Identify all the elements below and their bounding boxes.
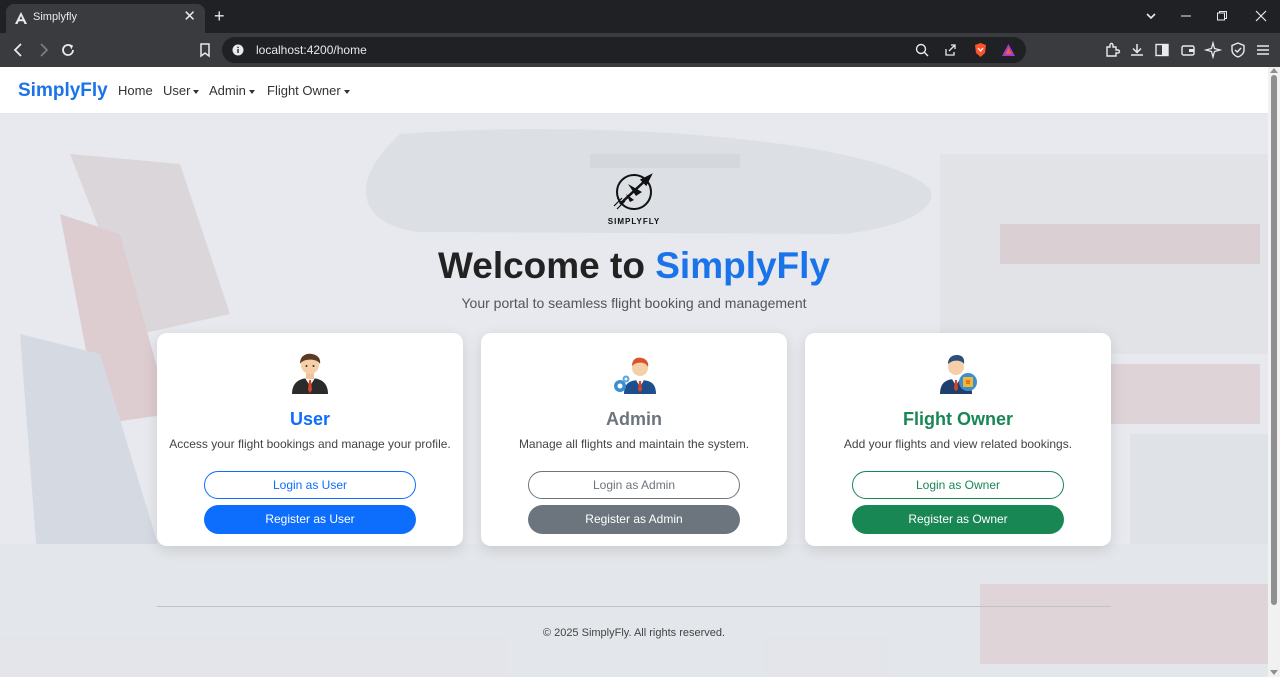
scroll-up-arrow-icon[interactable] [1270, 68, 1278, 73]
scrollbar-thumb[interactable] [1271, 75, 1277, 605]
caret-down-icon [248, 89, 255, 94]
register-as-admin-button[interactable]: Register as Admin [528, 505, 740, 534]
page-viewport: SimplyFly Home User Admin Flight Owner S… [0, 67, 1268, 677]
admin-card-description: Manage all flights and maintain the syst… [518, 437, 750, 451]
browser-tabstrip: Simplyfly ✕ + [0, 0, 1280, 33]
caret-down-icon [193, 89, 200, 94]
address-bar[interactable]: localhost:4200/home [222, 37, 1026, 63]
login-as-owner-button[interactable]: Login as Owner [852, 471, 1064, 499]
user-card-title: User [289, 409, 331, 429]
page-subtitle: Your portal to seamless flight booking a… [461, 295, 807, 311]
tab-close-icon[interactable]: ✕ [183, 9, 196, 25]
extensions-icon[interactable] [1103, 41, 1121, 59]
bookmark-icon[interactable] [196, 41, 214, 59]
back-icon[interactable] [10, 41, 28, 59]
admin-card-title: Admin [606, 409, 662, 429]
sidebar-icon[interactable] [1153, 41, 1171, 59]
flight-owner-card: Flight Owner Add your flights and view r… [805, 333, 1111, 546]
title-brand: SimplyFly [655, 245, 831, 286]
user-avatar-icon [292, 353, 328, 394]
browser-toolbar: localhost:4200/home [0, 33, 1280, 67]
nav-home-link[interactable]: Home [118, 83, 153, 98]
page-title: Welcome to SimplyFly [0, 245, 1268, 287]
nav-admin-label: Admin [209, 83, 246, 98]
login-as-admin-button[interactable]: Login as Admin [528, 471, 740, 499]
brave-shields-icon[interactable] [973, 42, 988, 58]
restore-icon[interactable] [1216, 10, 1228, 22]
vpn-icon[interactable] [1229, 41, 1247, 59]
browser-tab[interactable]: Simplyfly ✕ [6, 4, 205, 33]
nav-admin-dropdown[interactable]: Admin [209, 83, 255, 98]
flight-owner-card-title: Flight Owner [903, 409, 1013, 429]
caret-down-icon [343, 89, 350, 94]
register-as-owner-button[interactable]: Register as Owner [852, 505, 1064, 534]
share-icon[interactable] [943, 43, 957, 57]
minimize-icon[interactable] [1180, 10, 1192, 22]
nav-flight-owner-dropdown[interactable]: Flight Owner [267, 83, 350, 98]
flight-owner-card-description: Add your flights and view related bookin… [843, 437, 1073, 451]
register-as-user-button[interactable]: Register as User [204, 505, 416, 534]
tab-title: Simplyfly [33, 11, 78, 23]
page-scrollbar[interactable] [1268, 67, 1280, 677]
scroll-down-arrow-icon[interactable] [1270, 670, 1278, 675]
wallet-icon[interactable] [1179, 41, 1197, 59]
admin-avatar-icon [614, 357, 656, 394]
menu-icon[interactable] [1254, 41, 1272, 59]
nav-flight-owner-label: Flight Owner [267, 83, 341, 98]
user-card: User Access your flight bookings and man… [157, 333, 463, 546]
footer-copyright: © 2025 SimplyFly. All rights reserved. [542, 627, 726, 639]
login-as-user-button[interactable]: Login as User [204, 471, 416, 499]
nav-user-label: User [163, 83, 191, 98]
brave-rewards-icon[interactable] [1001, 43, 1016, 57]
user-card-description: Access your flight bookings and manage y… [169, 437, 451, 451]
nav-home-label: Home [118, 83, 153, 98]
logo-wordmark: SIMPLYFLY [607, 217, 661, 226]
new-tab-button[interactable]: + [214, 6, 225, 26]
owner-avatar-icon [940, 355, 977, 394]
url-text: localhost:4200/home [256, 43, 367, 57]
admin-card: Admin Manage all flights and maintain th… [481, 333, 787, 546]
tab-list-chevron-icon[interactable] [1145, 10, 1157, 22]
forward-icon[interactable] [34, 41, 52, 59]
footer-divider [157, 606, 1111, 607]
site-navbar: SimplyFly Home User Admin Flight Owner [0, 67, 1268, 114]
window-close-icon[interactable] [1255, 10, 1267, 22]
downloads-icon[interactable] [1128, 41, 1146, 59]
title-prefix: Welcome to [437, 245, 656, 286]
nav-user-dropdown[interactable]: User [163, 83, 200, 98]
angular-icon [15, 12, 27, 24]
zoom-icon[interactable] [915, 43, 929, 57]
site-info-icon[interactable] [232, 44, 244, 56]
brand-logo-text[interactable]: SimplyFly [18, 80, 108, 102]
leo-ai-icon[interactable] [1204, 41, 1222, 59]
reload-icon[interactable] [59, 41, 77, 59]
